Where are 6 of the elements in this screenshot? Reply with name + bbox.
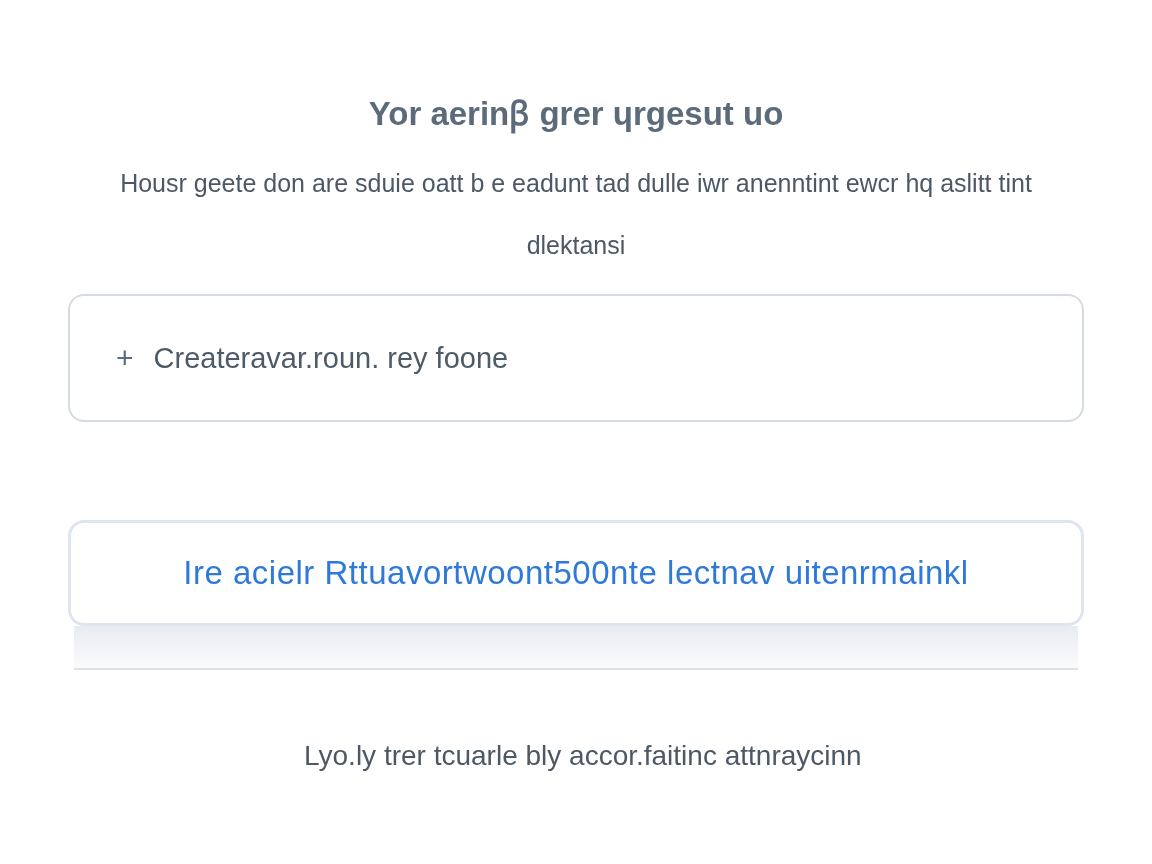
footer-text: Lyo.ly trer tcuarle bly accor.faitinc attnraycinn bbox=[303, 740, 863, 772]
description-text: Housr geete don are sduie oatt b e eadunt tad dulle iwr anenntint ewcr hq aslitt tint dlektansi bbox=[119, 168, 1033, 261]
plus-icon: + bbox=[116, 341, 134, 375]
link-card[interactable]: Ire acielr Rttuavortwoont500nte lectnav uitenrmainkl bbox=[68, 520, 1084, 626]
page-title: Yor aerinꞵ grer ɥrgesut uo bbox=[368, 94, 784, 136]
create-button[interactable]: + Createravar.roun. rey foone bbox=[68, 294, 1084, 422]
